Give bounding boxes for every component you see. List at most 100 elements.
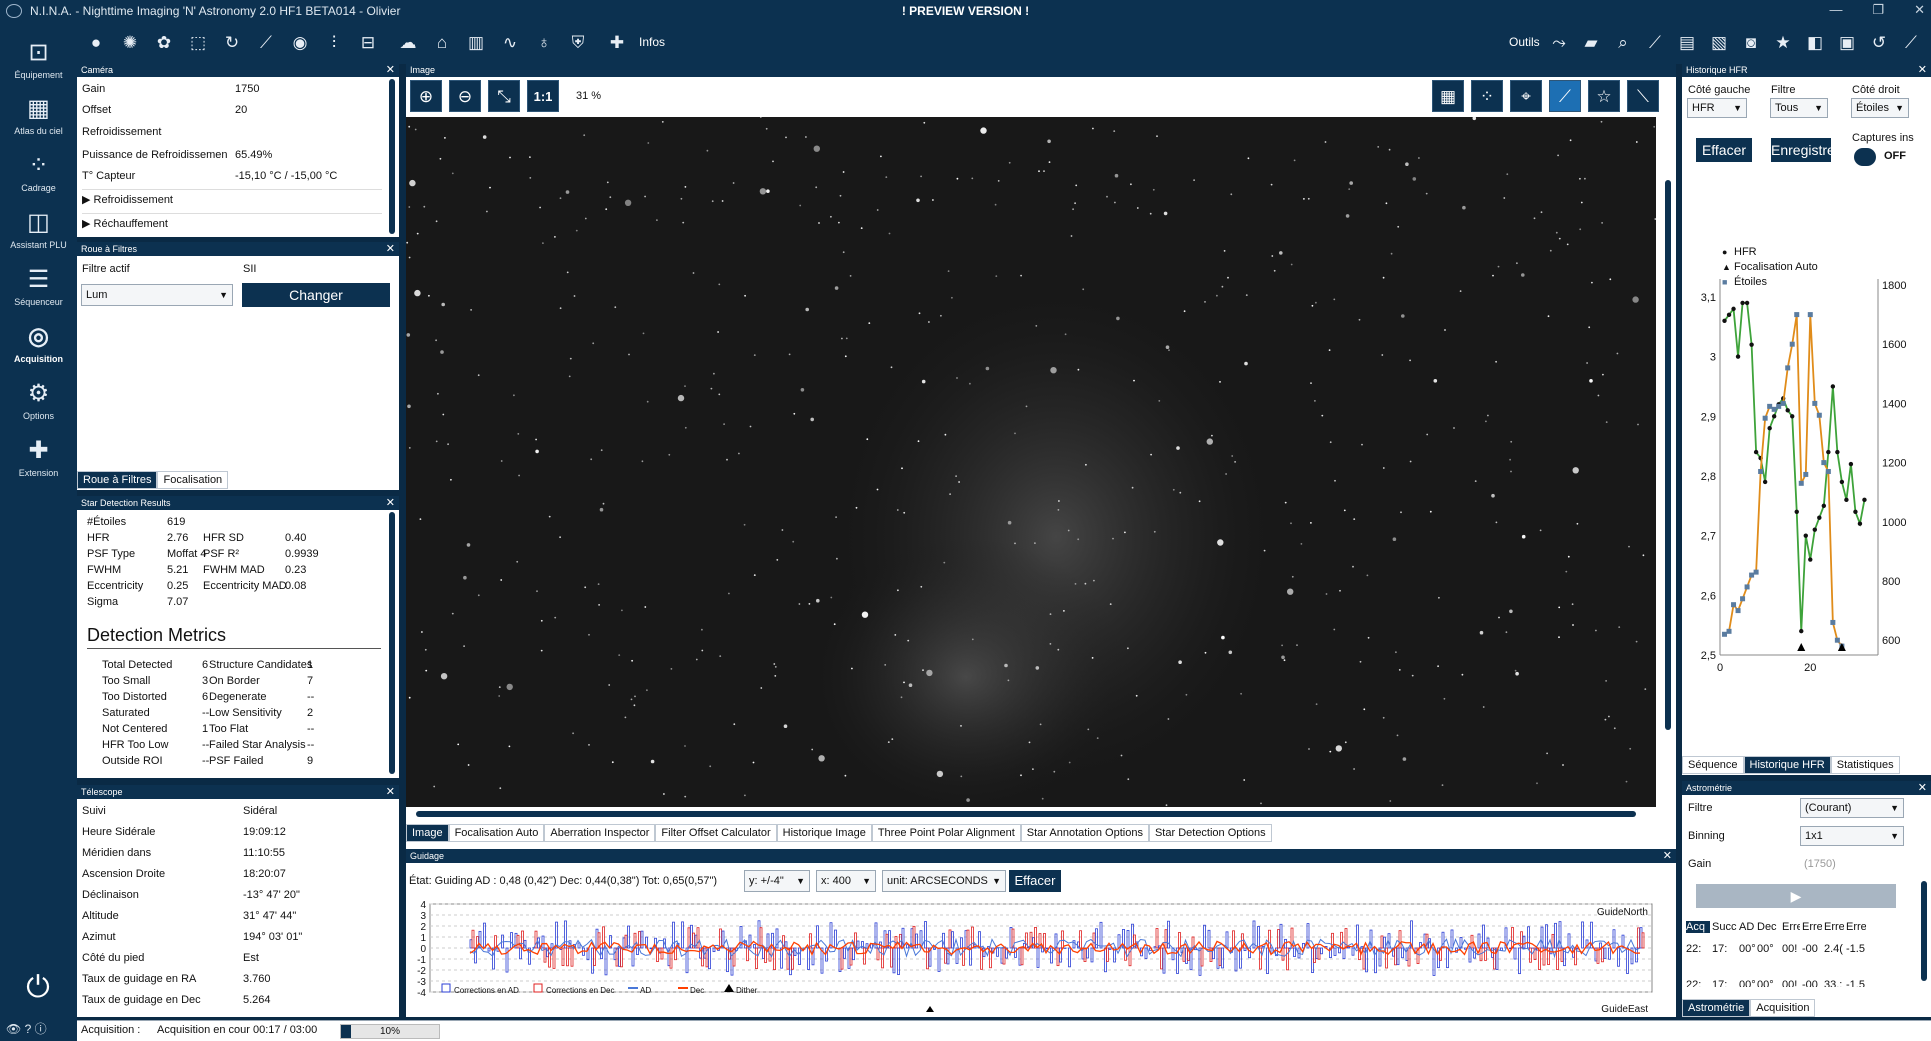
astrometry-header[interactable]: Erre — [1824, 921, 1844, 933]
bahtinov-button[interactable]: ⟍ — [1627, 80, 1659, 112]
solve-play-button[interactable]: ▶ — [1696, 884, 1896, 908]
unit-select[interactable]: unit: ARCSECONDS ▼ — [882, 870, 1006, 892]
tab-polar-alignment[interactable]: Three Point Polar Alignment — [871, 824, 1021, 842]
close-icon[interactable]: ✕ — [386, 242, 395, 256]
guide-graph-icon[interactable]: ∿ — [499, 32, 521, 54]
tab-acquisition[interactable]: Acquisition — [1750, 999, 1816, 1017]
fit-button[interactable]: ⤡ — [488, 80, 520, 112]
guide-tool-icon[interactable]: ⤳ — [1548, 32, 1570, 54]
zoom-out-button[interactable]: ⊖ — [449, 80, 481, 112]
change-filter-button[interactable]: Changer — [242, 283, 390, 307]
flat-tool-icon[interactable]: ▰ — [1580, 32, 1602, 54]
weather-icon[interactable]: ☁ — [397, 32, 419, 54]
cooling-expander[interactable]: ▶ Refroidissement — [82, 189, 382, 206]
tab-filterwheel[interactable]: Roue à Filtres — [77, 471, 158, 489]
sidebar-item-framing[interactable]: ⁘ Cadrage — [0, 149, 77, 205]
sidebar-item-flat-wizard[interactable]: ◫ Assistant PLU — [0, 206, 77, 262]
aperture-icon[interactable]: ✺ — [119, 32, 141, 54]
image-h-scrollbar[interactable] — [416, 811, 1636, 817]
astro-image[interactable] — [406, 117, 1656, 807]
tab-sequence[interactable]: Séquence — [1682, 756, 1744, 774]
dome-icon[interactable]: ⌂ — [431, 32, 453, 54]
chart-bars-icon[interactable]: ▥ — [465, 32, 487, 54]
camera-dot-icon[interactable]: ● — [85, 32, 107, 54]
search-icon[interactable]: ⌕ — [1612, 32, 1634, 54]
close-icon[interactable]: ✕ — [1918, 781, 1927, 795]
history-icon[interactable]: ↺ — [1868, 32, 1890, 54]
tab-autofocus[interactable]: Focalisation Auto — [448, 824, 545, 842]
tab-hfr-history[interactable]: Historique HFR — [1743, 756, 1831, 774]
astro-filter-select[interactable]: (Courant) ▼ — [1800, 798, 1904, 818]
auto-stretch-button[interactable]: ⟋ — [1549, 80, 1581, 112]
tab-astrometry[interactable]: Astrométrie — [1682, 999, 1751, 1017]
right-axis-select[interactable]: Étoiles ▼ — [1851, 98, 1909, 118]
star-detect-button[interactable]: ⁘ — [1471, 80, 1503, 112]
star-tool-icon[interactable]: ★ — [1772, 32, 1794, 54]
astrometry-header[interactable]: Dec — [1757, 921, 1780, 933]
puzzle-small-icon[interactable]: ✚ — [606, 32, 628, 54]
guiding-clear-button[interactable]: Effacer — [1009, 870, 1061, 892]
close-button[interactable]: ✕ — [1914, 2, 1925, 18]
tab-statistics[interactable]: Statistiques — [1830, 756, 1900, 774]
bulb-icon[interactable]: ♁ — [533, 32, 555, 54]
maximize-button[interactable]: ❐ — [1872, 2, 1884, 18]
captures-toggle[interactable]: OFF — [1852, 147, 1914, 167]
astrometry-header[interactable]: Erre — [1782, 921, 1800, 933]
camera-scrollbar[interactable] — [389, 79, 395, 234]
sidebar-item-options[interactable]: ⚙ Options — [0, 377, 77, 433]
astrometry-header[interactable]: Succ — [1712, 921, 1737, 933]
frame-icon[interactable]: ⬚ — [187, 32, 209, 54]
infos-label[interactable]: Infos — [639, 35, 665, 49]
minimize-button[interactable]: — — [1829, 2, 1842, 18]
warming-expander[interactable]: ▶ Réchauffement — [82, 213, 382, 230]
picture-icon[interactable]: ▧ — [1708, 32, 1730, 54]
star-annotate-button[interactable]: ☆ — [1588, 80, 1620, 112]
x-scale-select[interactable]: x: 400 ▼ — [816, 870, 876, 892]
telescope-small-icon[interactable]: ⟋ — [255, 32, 277, 54]
shield-icon[interactable]: ⛨ — [567, 32, 589, 54]
power-icon[interactable]: ⏻ — [20, 970, 56, 1006]
tab-image-history[interactable]: Historique Image — [776, 824, 872, 842]
target-tool-icon[interactable]: ◙ — [1740, 32, 1762, 54]
telescope-tool-icon[interactable]: ⟋ — [1644, 32, 1666, 54]
close-icon[interactable]: ✕ — [386, 785, 395, 799]
tab-star-detection[interactable]: Star Detection Options — [1148, 824, 1272, 842]
astrometry-header[interactable]: Erre — [1802, 921, 1822, 933]
astrometry-header[interactable]: AD — [1739, 921, 1755, 933]
stardetect-scrollbar[interactable] — [389, 512, 395, 774]
sidebar-item-acquisition[interactable]: ◎ Acquisition — [0, 320, 77, 376]
hfr-save-button[interactable]: Enregistre — [1771, 138, 1831, 162]
tab-aberration[interactable]: Aberration Inspector — [544, 824, 656, 842]
left-axis-select[interactable]: HFR ▼ — [1687, 98, 1747, 118]
focus-tool-icon[interactable]: ◧ — [1804, 32, 1826, 54]
calculator-icon[interactable]: ▤ — [1676, 32, 1698, 54]
filter-select[interactable]: Lum ▼ — [81, 284, 233, 306]
focuser-icon[interactable]: ⊟ — [357, 32, 379, 54]
sidebar-item-sky-atlas[interactable]: ▦ Atlas du ciel — [0, 92, 77, 148]
sidebar-item-extension[interactable]: ✚ Extension — [0, 434, 77, 490]
hfr-filter-select[interactable]: Tous ▼ — [1770, 98, 1828, 118]
tab-filter-offset[interactable]: Filter Offset Calculator — [655, 824, 777, 842]
wand-tool-icon[interactable]: ⟋ — [1900, 32, 1922, 54]
y-scale-select[interactable]: y: +/-4" ▼ — [744, 870, 810, 892]
astrometry-scrollbar[interactable] — [1921, 881, 1927, 981]
tab-image[interactable]: Image — [406, 824, 449, 842]
rotator-icon[interactable]: ↻ — [221, 32, 243, 54]
one-to-one-button[interactable]: 1:1 — [527, 80, 559, 112]
close-icon[interactable]: ✕ — [386, 496, 395, 510]
crosshair-button[interactable]: ⌖ — [1510, 80, 1542, 112]
image-v-scrollbar[interactable] — [1665, 180, 1671, 730]
grid-overlay-button[interactable]: ▦ — [1432, 80, 1464, 112]
outils-label[interactable]: Outils — [1509, 35, 1540, 49]
astrometry-header[interactable]: Acq — [1686, 921, 1710, 933]
hfr-clear-button[interactable]: Effacer — [1696, 138, 1752, 162]
sidebar-item-equipment[interactable]: ⊡ Équipement — [0, 36, 77, 92]
close-icon[interactable]: ✕ — [1663, 849, 1672, 863]
zoom-in-button[interactable]: ⊕ — [410, 80, 442, 112]
close-icon[interactable]: ✕ — [386, 63, 395, 77]
filterwheel-icon[interactable]: ✿ — [153, 32, 175, 54]
tab-star-annotation[interactable]: Star Annotation Options — [1020, 824, 1149, 842]
astrometry-header[interactable]: Erre — [1846, 921, 1866, 933]
grid-tool-icon[interactable]: ▣ — [1836, 32, 1858, 54]
target-icon[interactable]: ◉ — [289, 32, 311, 54]
